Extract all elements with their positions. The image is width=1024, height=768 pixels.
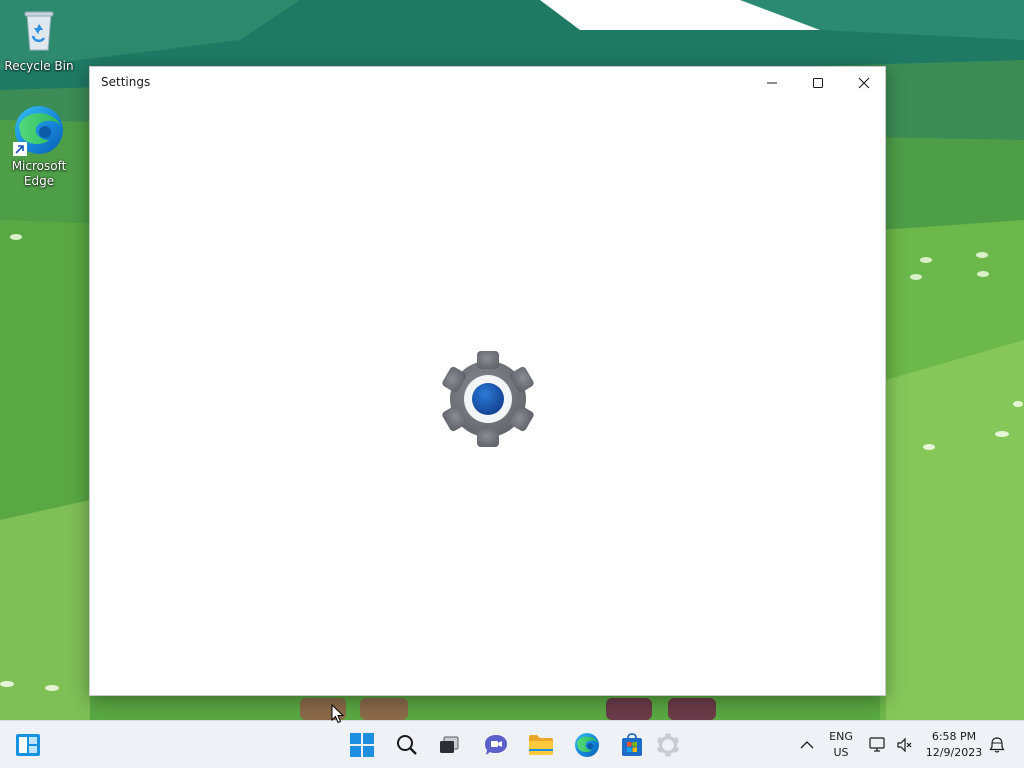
windows-logo-icon — [350, 733, 374, 757]
minimize-button[interactable] — [749, 67, 795, 99]
language-indicator[interactable]: ENG US — [824, 729, 858, 761]
edge-taskbar-button[interactable] — [569, 727, 605, 763]
settings-gear-icon — [442, 351, 534, 447]
search-button[interactable] — [389, 727, 425, 763]
settings-gear-icon — [657, 733, 679, 757]
edge-icon — [13, 104, 65, 156]
desktop-icon-label: Recycle Bin — [4, 59, 74, 73]
settings-taskbar-button[interactable] — [650, 727, 686, 763]
notification-bell-icon — [989, 737, 1005, 753]
task-view-icon — [440, 736, 459, 753]
minimize-icon — [767, 82, 777, 84]
desktop-icon-label: Microsoft Edge — [11, 159, 67, 188]
notifications-button[interactable] — [984, 727, 1010, 763]
taskbar: ENG US 6:58 PM 12/9/2023 — [0, 720, 1024, 768]
language-region: US — [833, 746, 849, 759]
mouse-cursor-icon — [331, 703, 345, 728]
store-icon — [622, 733, 642, 756]
network-icon — [869, 737, 885, 752]
volume-muted-icon — [897, 737, 912, 753]
folder-icon — [529, 735, 553, 755]
close-icon — [858, 77, 870, 89]
desktop-icon-recycle-bin[interactable]: Recycle Bin — [1, 8, 77, 74]
recycle-bin-icon — [1, 8, 77, 56]
title-bar[interactable]: Settings — [90, 67, 885, 99]
maximize-button[interactable] — [795, 67, 841, 99]
search-icon — [397, 735, 417, 755]
edge-icon — [575, 733, 599, 757]
task-view-button[interactable] — [431, 727, 467, 763]
settings-window: Settings — [89, 66, 886, 696]
chat-icon — [485, 735, 507, 755]
window-title: Settings — [101, 75, 151, 89]
widgets-button[interactable] — [10, 727, 46, 763]
splash-settings-gear-icon — [438, 351, 538, 451]
maximize-icon — [813, 78, 823, 88]
show-hidden-icons-button[interactable] — [789, 727, 825, 763]
clock-date: 12/9/2023 — [925, 746, 983, 759]
volume-button[interactable] — [890, 727, 920, 763]
language-code: ENG — [829, 730, 853, 743]
start-button[interactable] — [344, 727, 380, 763]
clock[interactable]: 6:58 PM 12/9/2023 — [922, 729, 986, 761]
clock-time: 6:58 PM — [931, 730, 977, 743]
file-explorer-button[interactable] — [523, 727, 559, 763]
widgets-icon — [16, 734, 40, 756]
store-button[interactable] — [614, 727, 650, 763]
network-button[interactable] — [863, 727, 893, 763]
desktop-icon-microsoft-edge[interactable]: Microsoft Edge — [1, 104, 77, 189]
chevron-up-icon — [800, 741, 814, 749]
chat-button[interactable] — [478, 727, 514, 763]
close-button[interactable] — [841, 67, 887, 99]
